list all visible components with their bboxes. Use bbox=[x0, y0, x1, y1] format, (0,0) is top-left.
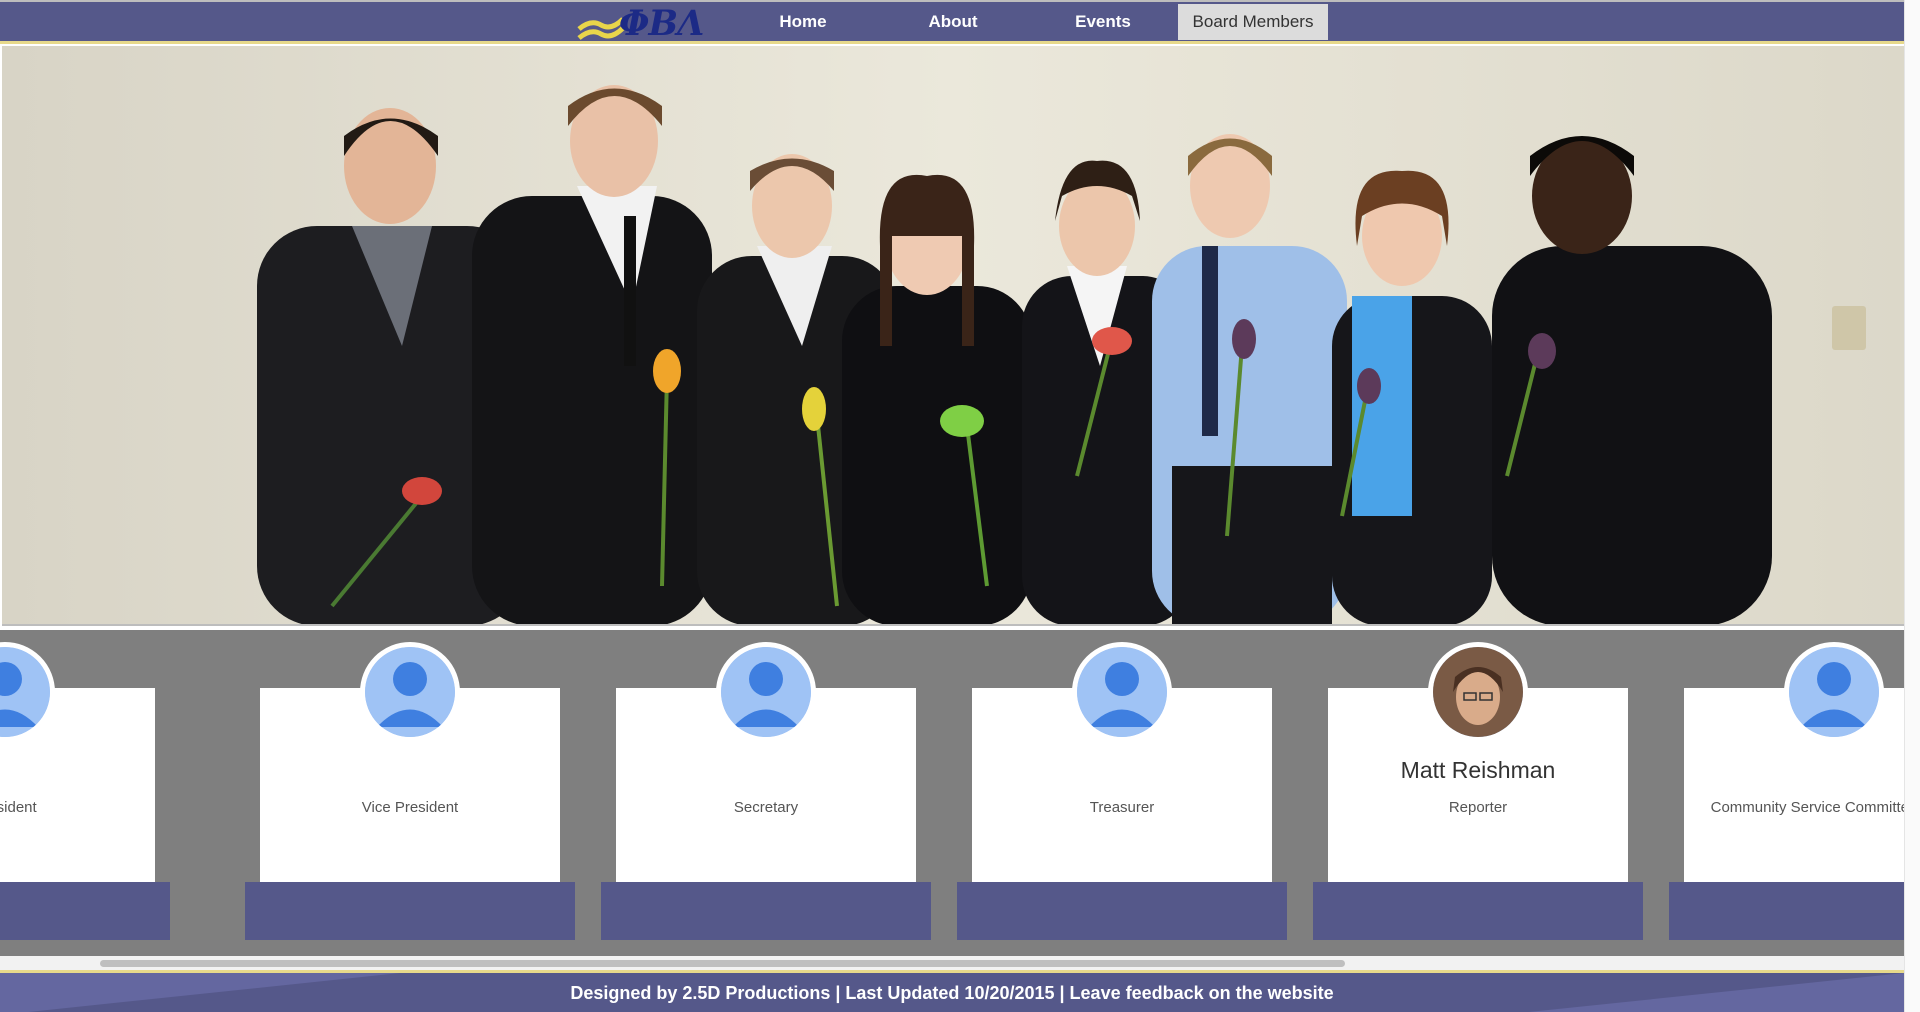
member-role: Secretary bbox=[733, 799, 799, 816]
member-photo bbox=[1428, 642, 1528, 742]
main-nav: Home About Events Board Members bbox=[728, 4, 1328, 40]
group-photo bbox=[2, 46, 1904, 626]
person-placeholder-icon bbox=[360, 642, 460, 742]
member-card-reporter[interactable]: Matt Reishman Reporter bbox=[1313, 630, 1643, 946]
scrollbar-thumb[interactable] bbox=[100, 960, 1345, 967]
footer-text[interactable]: Designed by 2.5D Productions | Last Upda… bbox=[0, 983, 1904, 1004]
nav-about[interactable]: About bbox=[878, 4, 1028, 40]
vertical-scrollbar[interactable] bbox=[1904, 0, 1920, 1012]
person-placeholder-icon bbox=[1072, 642, 1172, 742]
nav-home[interactable]: Home bbox=[728, 4, 878, 40]
board-members-carousel[interactable]: President Vice President Secretary bbox=[0, 630, 1904, 956]
member-card-vice-president[interactable]: Vice President bbox=[245, 630, 575, 946]
nav-events[interactable]: Events bbox=[1028, 4, 1178, 40]
site-logo[interactable]: ΦΒΛ bbox=[575, 5, 730, 42]
member-card-footer bbox=[601, 882, 931, 940]
member-name: Matt Reishman bbox=[1400, 757, 1556, 783]
member-card-footer bbox=[0, 882, 170, 940]
member-role: Community Service Committee Chair bbox=[1710, 799, 1904, 816]
horizontal-scrollbar[interactable] bbox=[0, 956, 1904, 970]
person-placeholder-icon bbox=[1784, 642, 1884, 742]
member-card-footer bbox=[957, 882, 1287, 940]
member-role: Treasurer bbox=[1089, 799, 1155, 816]
site-header: ΦΒΛ Home About Events Board Members bbox=[0, 0, 1904, 44]
site-footer: Designed by 2.5D Productions | Last Upda… bbox=[0, 970, 1904, 1012]
member-card-community-service-chair[interactable]: Community Service Committee Chair bbox=[1669, 630, 1904, 946]
page: ΦΒΛ Home About Events Board Members side… bbox=[0, 0, 1920, 1012]
nav-board-members[interactable]: Board Members bbox=[1178, 4, 1328, 40]
logo-text: ΦΒΛ bbox=[619, 3, 704, 44]
member-card-treasurer[interactable]: Treasurer bbox=[957, 630, 1287, 946]
member-card-secretary[interactable]: Secretary bbox=[601, 630, 931, 946]
member-card-president[interactable]: President bbox=[0, 630, 170, 946]
person-placeholder-icon bbox=[716, 642, 816, 742]
member-role: Reporter bbox=[1448, 799, 1508, 816]
member-role: Vice President bbox=[361, 799, 459, 816]
member-card-footer bbox=[245, 882, 575, 940]
member-card-footer bbox=[1313, 882, 1643, 940]
member-card-footer bbox=[1669, 882, 1904, 940]
member-role: President bbox=[0, 799, 37, 816]
